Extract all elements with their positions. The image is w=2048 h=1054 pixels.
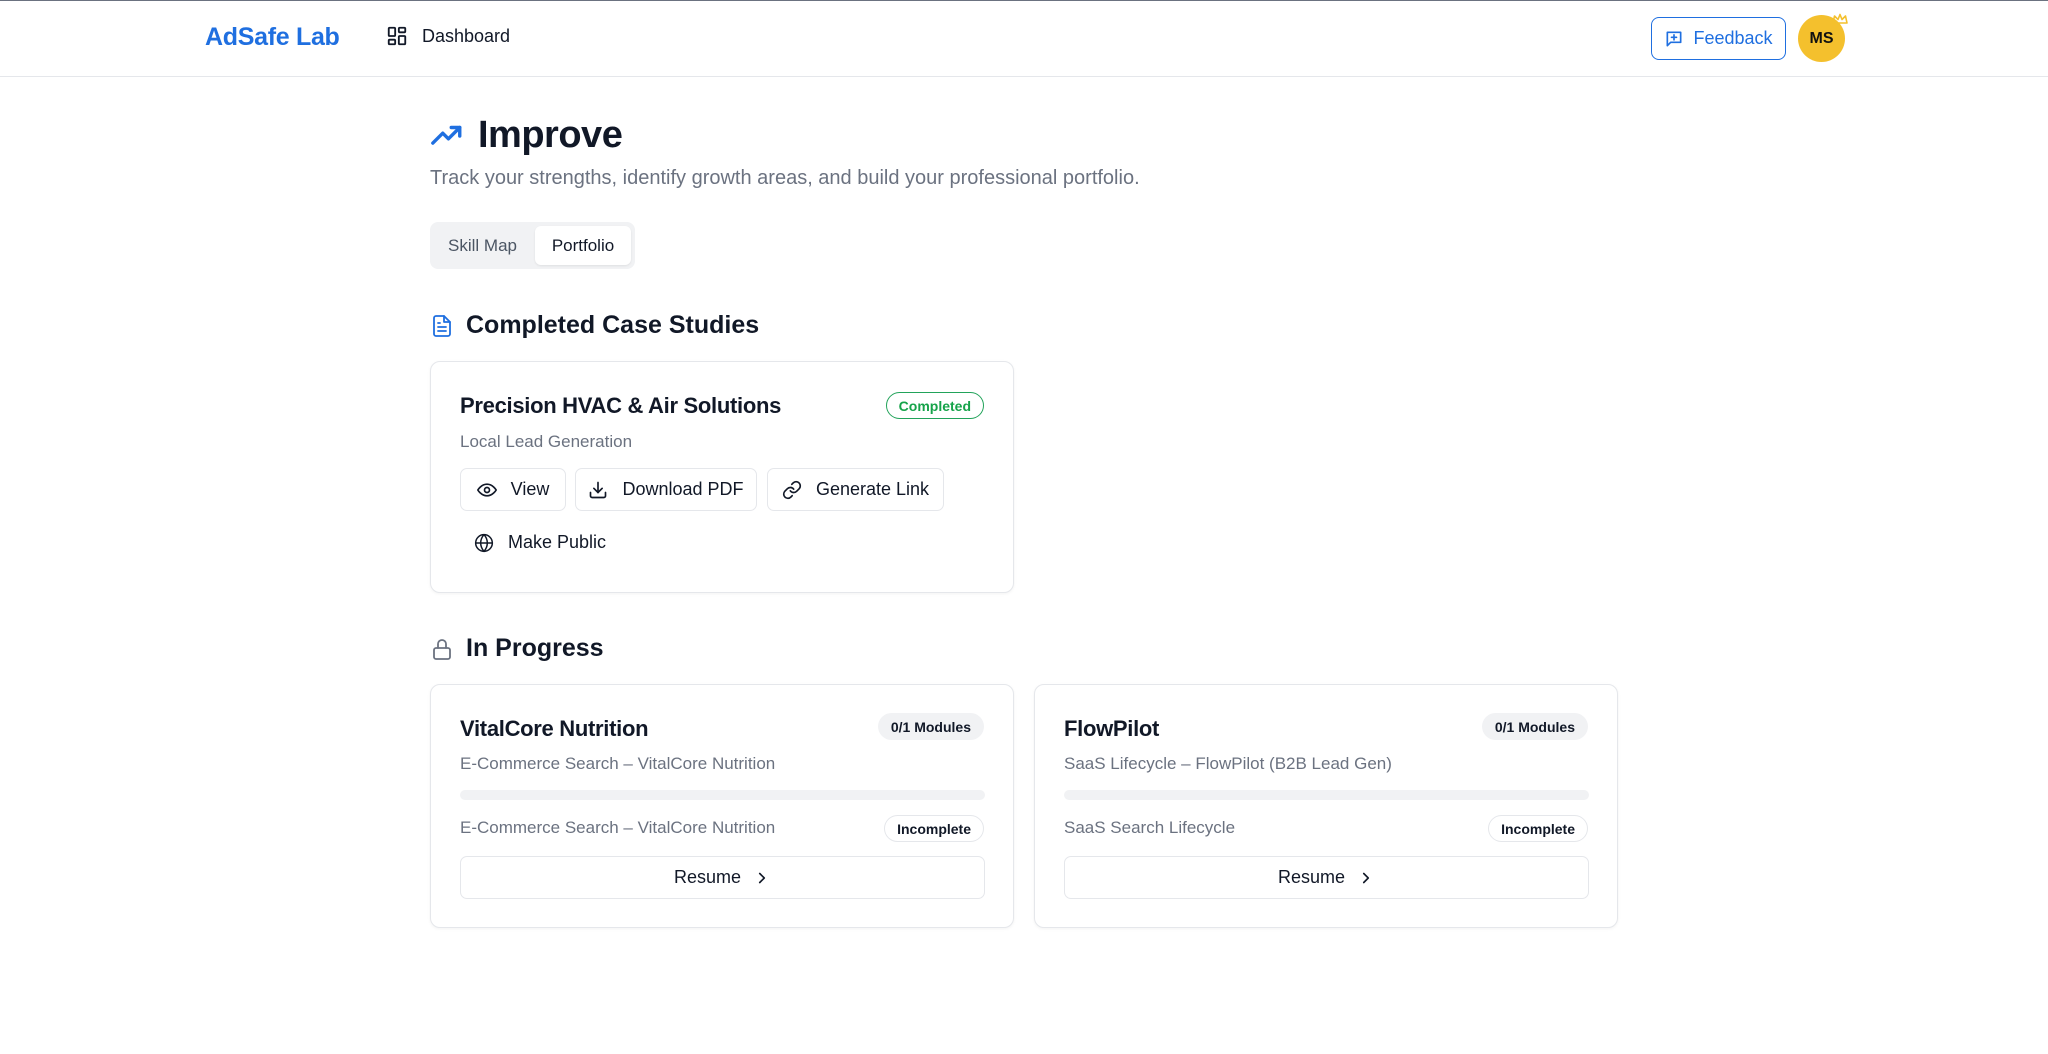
resume-button[interactable]: Resume (1064, 856, 1589, 899)
link-icon (782, 480, 802, 499)
message-plus-icon (1666, 31, 1682, 47)
page-title: Improve (478, 114, 623, 156)
completed-case-card: Precision HVAC & Air Solutions Completed… (430, 361, 1014, 593)
progress-bar (1064, 790, 1589, 800)
avatar-initials: MS (1809, 29, 1834, 47)
generate-link-label: Generate Link (815, 479, 930, 499)
tab-skill-map[interactable]: Skill Map (434, 226, 531, 265)
case-title: Precision HVAC & Air Solutions (460, 393, 782, 418)
case-title: VitalCore Nutrition (460, 716, 649, 741)
top-navbar: AdSafe Lab Dashboard Feedback MS (0, 1, 2048, 77)
status-badge: Completed (885, 392, 984, 419)
generate-link-button[interactable]: Generate Link (767, 468, 944, 511)
completed-section-heading: Completed Case Studies (430, 311, 759, 340)
in-progress-card-vitalcore: VitalCore Nutrition 0/1 Modules E-Commer… (430, 684, 1014, 928)
in-progress-card-flowpilot: FlowPilot 0/1 Modules SaaS Lifecycle – F… (1034, 684, 1618, 928)
completed-heading-label: Completed Case Studies (466, 311, 760, 339)
modules-badge: 0/1 Modules (877, 713, 984, 740)
case-subtitle: SaaS Lifecycle – FlowPilot (B2B Lead Gen… (1064, 754, 1392, 773)
in-progress-section-heading: In Progress (430, 634, 604, 663)
resume-label: Resume (673, 867, 742, 887)
chevron-right-icon (758, 872, 766, 883)
crown-icon (1832, 13, 1848, 24)
brand-logo[interactable]: AdSafe Lab (205, 23, 340, 52)
make-public-button[interactable]: Make Public (460, 521, 620, 564)
progress-bar (460, 790, 985, 800)
page-subtitle: Track your strengths, identify growth ar… (430, 167, 1140, 189)
case-subtitle: Local Lead Generation (460, 432, 633, 451)
make-public-label: Make Public (507, 532, 607, 552)
case-subtitle: E-Commerce Search – VitalCore Nutrition (460, 754, 776, 773)
file-text-icon (433, 314, 451, 337)
nav-dashboard-label: Dashboard (422, 25, 511, 46)
lock-icon (433, 638, 451, 660)
nav-dashboard-link[interactable]: Dashboard (386, 25, 510, 47)
grid-icon (387, 26, 407, 46)
tab-portfolio[interactable]: Portfolio (535, 226, 631, 265)
module-status-badge: Incomplete (884, 815, 984, 842)
chevron-right-icon (1362, 872, 1370, 883)
modules-badge: 0/1 Modules (1481, 713, 1588, 740)
download-icon (590, 481, 607, 498)
resume-button[interactable]: Resume (460, 856, 985, 899)
in-progress-heading-label: In Progress (466, 634, 604, 662)
page-title-row: Improve (430, 114, 623, 157)
feedback-button[interactable]: Feedback (1651, 17, 1786, 60)
module-name: E-Commerce Search – VitalCore Nutrition (460, 818, 776, 837)
resume-label: Resume (1277, 867, 1346, 887)
view-tabs: Skill Map Portfolio (430, 222, 635, 269)
module-name: SaaS Search Lifecycle (1064, 818, 1236, 837)
module-status-badge: Incomplete (1488, 815, 1588, 842)
view-label: View (510, 479, 550, 499)
eye-icon (476, 482, 497, 497)
view-button[interactable]: View (460, 468, 566, 511)
trending-up-icon (431, 125, 462, 145)
download-pdf-button[interactable]: Download PDF (575, 468, 757, 511)
globe-icon (474, 533, 494, 552)
download-pdf-label: Download PDF (622, 479, 744, 499)
case-title: FlowPilot (1064, 716, 1160, 741)
feedback-label: Feedback (1693, 28, 1773, 48)
